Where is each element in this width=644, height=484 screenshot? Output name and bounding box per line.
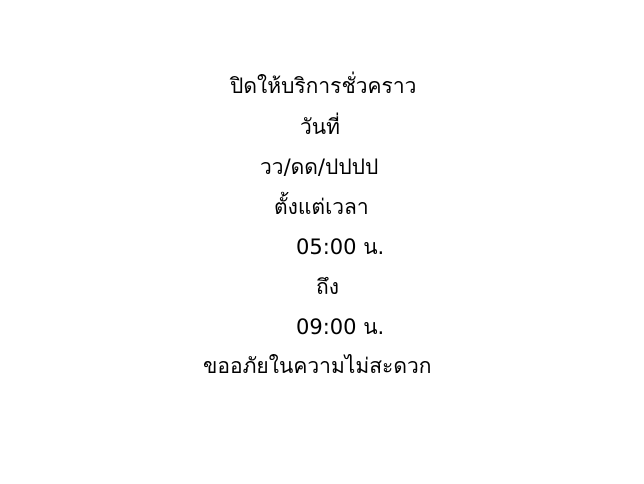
- to-label: ถึง: [316, 275, 339, 299]
- maintenance-notice: ปิดให้บริการชั่วคราว วันที่ วว/ดด/ปปปป ต…: [0, 0, 644, 484]
- end-time: 09:00 น.: [296, 315, 385, 339]
- notice-title: ปิดให้บริการชั่วคราว: [230, 74, 417, 98]
- date-label: วันที่: [300, 115, 340, 139]
- apology-message: ขออภัยในความไม่สะดวก: [203, 354, 432, 378]
- date-value: วว/ดด/ปปปป: [260, 155, 379, 179]
- start-time: 05:00 น.: [296, 235, 385, 259]
- from-time-label: ตั้งแต่เวลา: [274, 195, 369, 219]
